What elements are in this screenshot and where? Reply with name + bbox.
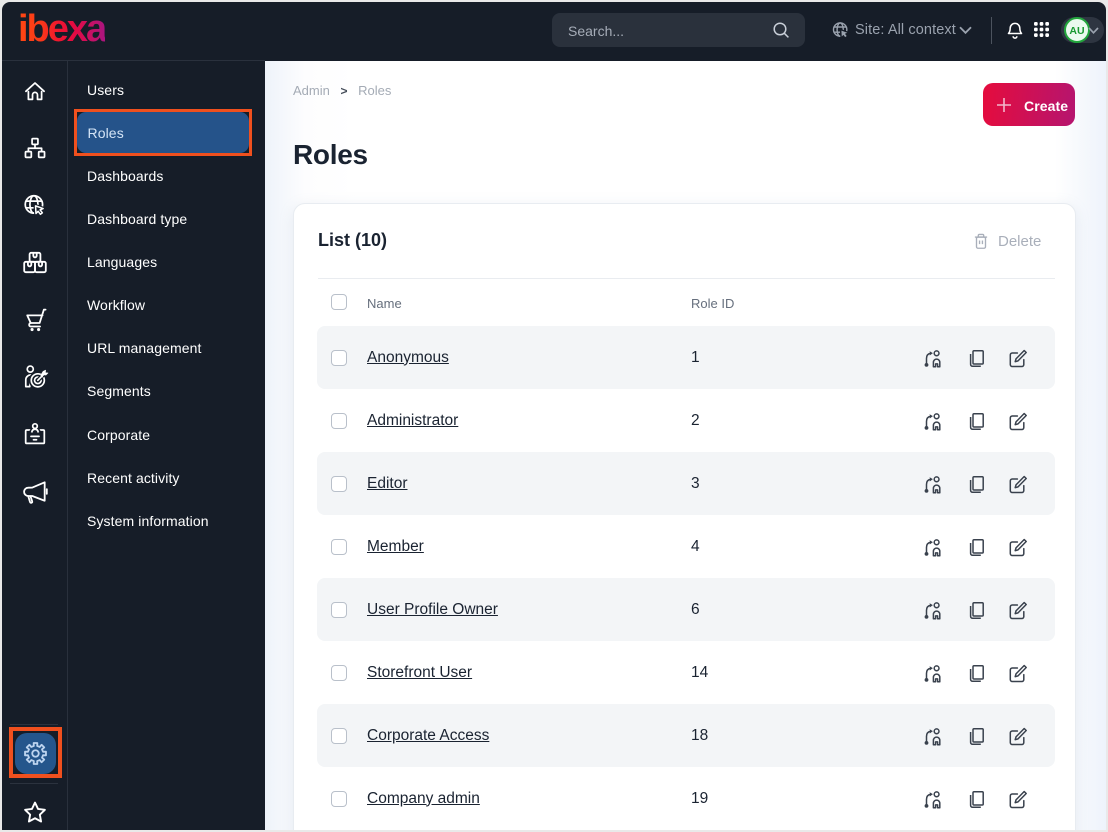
svg-text:AU: AU bbox=[1069, 25, 1084, 37]
